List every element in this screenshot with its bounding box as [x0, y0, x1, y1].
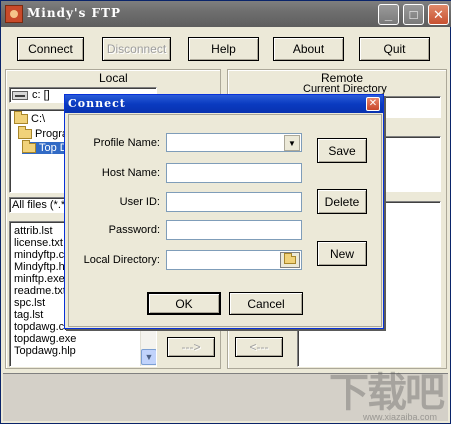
password-field[interactable] [166, 220, 302, 240]
disconnect-button[interactable]: Disconnect [102, 37, 171, 61]
close-button[interactable]: ✕ [428, 4, 449, 25]
app-icon [5, 5, 23, 23]
connect-label: Connect [28, 42, 73, 56]
dialog-title-bar[interactable]: Connect ✕ [65, 95, 383, 113]
save-button[interactable]: Save [317, 138, 367, 163]
about-label: About [292, 42, 325, 56]
host-name-label: Host Name: [101, 167, 160, 179]
watermark-url: www.xiazaiba.com [362, 412, 437, 422]
maximize-button[interactable]: □ [403, 4, 424, 25]
local-label: Local [99, 71, 128, 85]
connect-dialog: Connect ✕ Profile Name: Host Name: User … [64, 94, 384, 329]
password-label: Password: [108, 224, 160, 236]
cancel-button[interactable]: Cancel [229, 292, 303, 315]
help-button[interactable]: Help [188, 37, 259, 61]
scroll-down-icon[interactable]: ▼ [141, 349, 156, 365]
open-folder-icon [284, 253, 296, 264]
drive-icon [12, 90, 28, 100]
user-id-field[interactable] [166, 192, 302, 212]
local-directory-field[interactable] [166, 250, 302, 270]
list-item[interactable]: Topdawg.hlp [12, 345, 138, 357]
delete-label: Delete [324, 194, 360, 209]
delete-button[interactable]: Delete [317, 189, 367, 214]
help-label: Help [211, 42, 236, 56]
filter-value: All files (*.*) [12, 199, 69, 211]
new-label: New [329, 246, 354, 261]
about-button[interactable]: About [273, 37, 344, 61]
quit-label: Quit [383, 42, 406, 56]
main-title-bar[interactable]: Mindy's FTP _ □ ✕ [1, 1, 451, 27]
connect-button[interactable]: Connect [17, 37, 84, 61]
dialog-close-icon[interactable]: ✕ [366, 97, 380, 111]
open-folder-icon [22, 140, 36, 153]
tree-item-label: C:\ [31, 113, 46, 125]
tree-item-root[interactable]: C:\ [14, 111, 46, 125]
cancel-label: Cancel [247, 296, 285, 311]
dialog-title: Connect [68, 97, 126, 110]
ok-label: OK [175, 296, 193, 311]
local-directory-label: Local Directory: [83, 254, 160, 266]
quit-button[interactable]: Quit [359, 37, 430, 61]
profile-name-select[interactable]: ▼ [166, 133, 302, 152]
user-id-label: User ID: [119, 196, 160, 208]
folder-icon [18, 126, 32, 139]
new-button[interactable]: New [317, 241, 367, 266]
upload-label: ---> [181, 340, 201, 354]
list-item[interactable]: topdawg.exe [12, 333, 138, 345]
disconnect-label: Disconnect [106, 42, 167, 56]
upload-button[interactable]: ---> [167, 337, 215, 357]
ok-button[interactable]: OK [147, 292, 221, 315]
drive-value: c: [] [32, 89, 50, 101]
minimize-button[interactable]: _ [378, 4, 399, 25]
tree-item-programs[interactable]: Progra [18, 126, 68, 140]
profile-name-label: Profile Name: [93, 137, 160, 149]
chevron-down-icon[interactable]: ▼ [284, 135, 300, 151]
host-name-field[interactable] [166, 163, 302, 183]
save-label: Save [328, 143, 356, 158]
window-title: Mindy's FTP [27, 6, 122, 20]
watermark-logo: 下载吧 [329, 370, 445, 416]
folder-icon [14, 111, 28, 124]
browse-folder-button[interactable] [280, 252, 300, 268]
